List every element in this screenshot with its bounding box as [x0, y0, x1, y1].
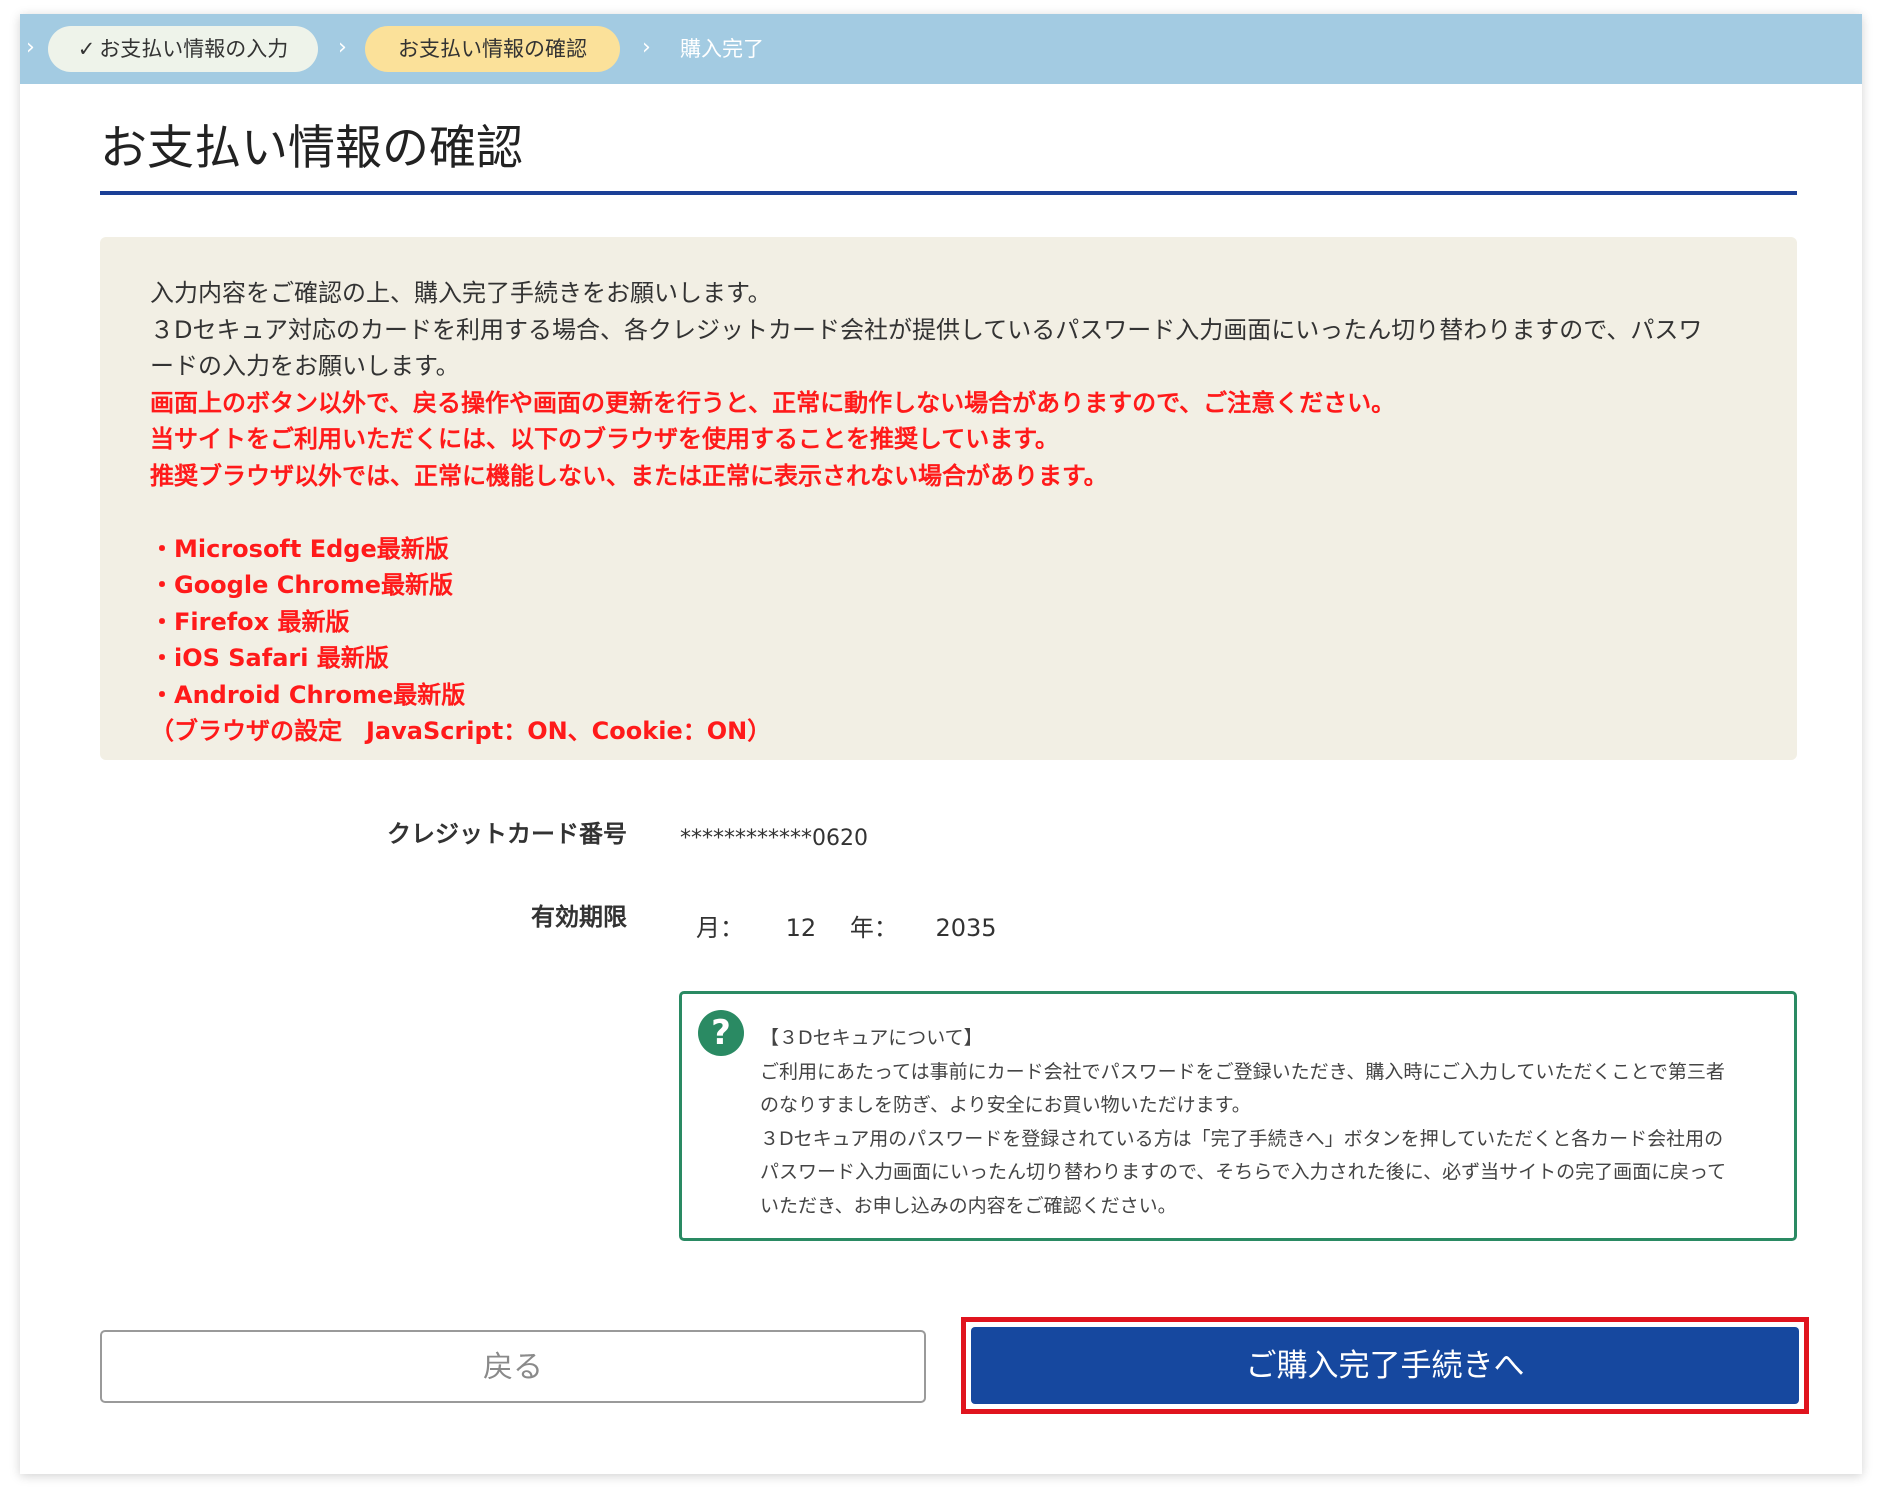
expiry-month-label: 月：	[696, 914, 744, 942]
notice-box: 入力内容をご確認の上、購入完了手続きをお願いします。 ３Dセキュア対応のカードを…	[100, 237, 1797, 760]
help-line: のなりすましを防ぎ、より安全にお買い物いただけます。	[760, 1094, 1251, 1116]
breadcrumb-step-label: 購入完了	[680, 37, 764, 61]
card-number-value: ************0620	[680, 826, 868, 851]
breadcrumb-step-purchase-complete: 購入完了	[680, 26, 800, 72]
expiry-year-value: 2035	[935, 914, 997, 942]
browser-item: ・Firefox 最新版	[150, 607, 350, 636]
chevron-right-icon: ›	[26, 35, 35, 60]
complete-purchase-button[interactable]: ご購入完了手続きへ	[971, 1327, 1799, 1404]
breadcrumb-step-label: お支払い情報の確認	[398, 37, 587, 61]
expiry-label: 有効期限	[531, 903, 627, 931]
question-icon: ?	[698, 1010, 744, 1056]
help-line: ３Dセキュア用のパスワードを登録されている方は「完了手続きへ」ボタンを押していた…	[760, 1127, 1724, 1150]
page-title: お支払い情報の確認	[100, 119, 1797, 195]
warning-line: 推奨ブラウザ以外では、正常に機能しない、または正常に表示されない場合があります。	[150, 461, 1108, 490]
browser-item: ・Google Chrome最新版	[150, 571, 454, 599]
notice-line: ３Dセキュア対応のカードを利用する場合、各クレジットカード会社が提供しているパス…	[150, 315, 1703, 344]
chevron-right-icon: ›	[642, 35, 651, 60]
breadcrumb: › ✓ お支払い情報の入力 › お支払い情報の確認 › 購入完了	[20, 14, 1862, 84]
breadcrumb-step-label: お支払い情報の入力	[99, 37, 289, 61]
browser-item: ・iOS Safari 最新版	[150, 644, 389, 672]
browser-item: ・Android Chrome最新版	[150, 680, 466, 709]
back-button[interactable]: 戻る	[100, 1330, 926, 1403]
expiry-value: 月： 12 年： 2035	[696, 908, 997, 943]
warning-line: 当サイトをご利用いただくには、以下のブラウザを使用することを推奨しています。	[150, 425, 1059, 453]
expiry-year-label: 年：	[849, 914, 898, 942]
browser-settings-note: （ブラウザの設定 JavaScript：ON、Cookie：ON）	[150, 717, 772, 745]
browser-item: ・Microsoft Edge最新版	[150, 534, 449, 563]
check-icon: ✓	[77, 37, 96, 61]
help-line: ご利用にあたっては事前にカード会社でパスワードをご登録いただき、購入時にご入力し…	[760, 1060, 1725, 1083]
card-number-label: クレジットカード番号	[387, 820, 627, 848]
breadcrumb-step-payment-input[interactable]: ✓ お支払い情報の入力	[48, 26, 318, 72]
help-line: いただき、お申し込みの内容をご確認ください。	[760, 1194, 1177, 1217]
expiry-month-value: 12	[785, 914, 817, 942]
notice-line: 入力内容をご確認の上、購入完了手続きをお願いします。	[150, 279, 772, 307]
checkout-page: › ✓ お支払い情報の入力 › お支払い情報の確認 › 購入完了 お支払い情報の確…	[20, 14, 1862, 1474]
3d-secure-help-box: ? 【３Dセキュアについて】 ご利用にあたっては事前にカード会社でパスワードをご…	[679, 991, 1797, 1241]
chevron-right-icon: ›	[338, 35, 347, 60]
help-line: パスワード入力画面にいったん切り替わりますので、そちらで入力された後に、必ず当サ…	[760, 1161, 1727, 1183]
help-title: 【３Dセキュアについて】	[760, 1027, 983, 1049]
warning-line: 画面上のボタン以外で、戻る操作や画面の更新を行うと、正常に動作しない場合がありま…	[150, 388, 1396, 417]
notice-line: ードの入力をお願いします。	[150, 352, 460, 380]
breadcrumb-step-payment-confirm: お支払い情報の確認	[365, 26, 620, 72]
